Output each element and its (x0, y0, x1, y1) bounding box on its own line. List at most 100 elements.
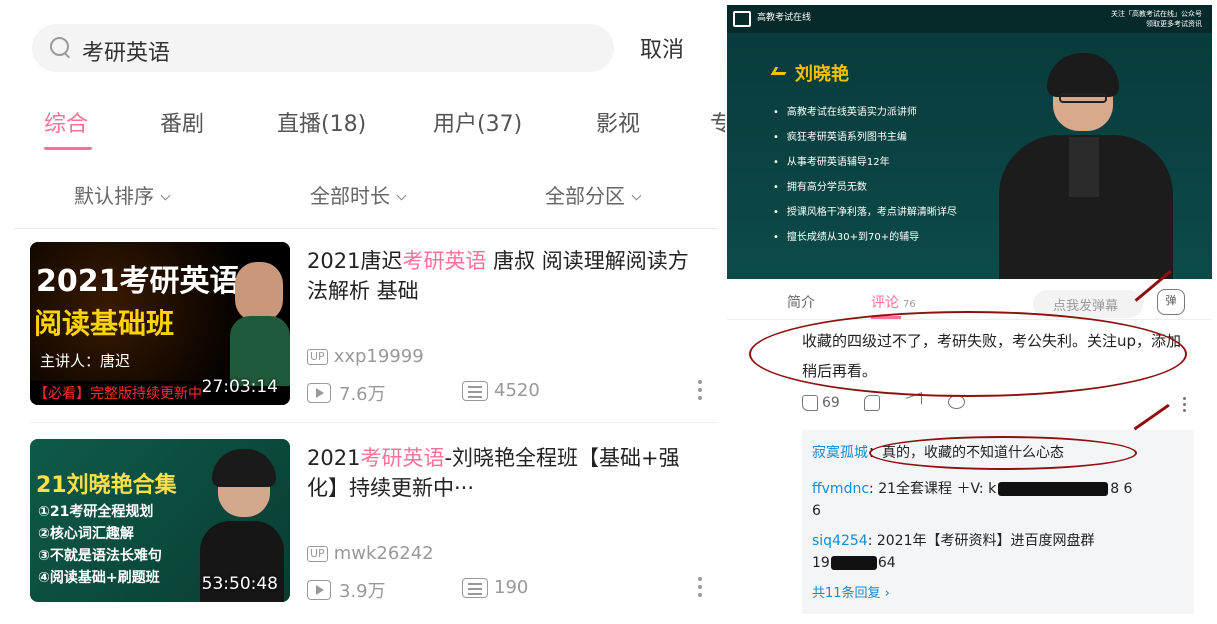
reply-item[interactable]: 寂寞孤城：真的，收藏的不知道什么心态 (812, 442, 1184, 464)
video-card[interactable]: 21刘晓艳合集 ①21考研全程规划 ②核心词汇趣解 ③不就是语法长难句 ④阅读基… (30, 439, 720, 604)
duration-filter-label: 全部时长 (310, 184, 390, 208)
more-options-icon[interactable] (697, 577, 703, 601)
danmaku-input[interactable]: 点我发弹幕 (1033, 290, 1143, 318)
video-thumbnail[interactable]: 2021考研英语 阅读基础班 主讲人：唐迟 【必看】完整版持续更新中 27:03… (30, 242, 290, 405)
bio-item: 拥有高分学员无数 (773, 175, 957, 200)
comment-text: 收藏的四级过不了，考研失败，考公失利。关注up，添加稍后再看。 (802, 332, 1182, 380)
reply-username[interactable]: 寂寞孤城 (812, 445, 868, 461)
reply-text: 19 (812, 555, 830, 571)
chevron-down-icon (396, 190, 407, 201)
share-icon (906, 392, 922, 410)
dislike-button[interactable] (864, 395, 880, 411)
thumb-title: 21刘晓艳合集 (36, 473, 177, 498)
comment-more-icon[interactable] (1183, 397, 1187, 415)
tab-live[interactable]: 直播(18) (277, 106, 366, 138)
bio-item: 疯狂考研英语系列图书主编 (773, 125, 957, 150)
lecturer-figure (991, 53, 1181, 279)
tab-intro[interactable]: 简介 (787, 292, 815, 312)
tab-users[interactable]: 用户(37) (433, 106, 522, 138)
search-results-panel: 考研英语 取消 综合 番剧 直播(18) 用户(37) 影视 专 默认排序 全部… (0, 0, 725, 624)
comment-count: 76 (903, 299, 916, 310)
uploader-name: mwk26242 (333, 543, 434, 564)
tab-anime[interactable]: 番剧 (160, 106, 204, 138)
lecturer-bio-list: 高教考试在线英语实力派讲师 疯狂考研英语系列图书主编 从事考研英语辅导12年 拥… (773, 100, 957, 250)
video-card[interactable]: 2021考研英语 阅读基础班 主讲人：唐迟 【必看】完整版持续更新中 27:03… (30, 242, 720, 407)
title-part: 2021唐迟 (307, 249, 403, 273)
reply-text: : 21全套课程 ＋V: k (869, 481, 997, 497)
reply-text: 8 6 (1110, 481, 1133, 497)
active-tab-indicator (871, 316, 901, 319)
filter-bar: 默认排序 全部时长 全部分区 (0, 176, 725, 216)
thumb-list-item: ④阅读基础+刷题班 (38, 570, 160, 586)
share-button[interactable] (906, 392, 922, 410)
like-button[interactable]: 69 (802, 395, 840, 411)
search-icon (50, 37, 72, 59)
search-input[interactable]: 考研英语 (82, 35, 170, 67)
bio-item: 高教考试在线英语实力派讲师 (773, 100, 957, 125)
sort-filter[interactable]: 默认排序 (74, 180, 171, 209)
thumbs-up-icon (802, 395, 818, 411)
view-count-value: 3.9万 (339, 581, 386, 602)
tab-film[interactable]: 影视 (596, 106, 640, 138)
video-thumbnail[interactable]: 21刘晓艳合集 ①21考研全程规划 ②核心词汇趣解 ③不就是语法长难句 ④阅读基… (30, 439, 290, 602)
reply-list: 寂寞孤城：真的，收藏的不知道什么心态 ffvmdnc: 21全套课程 ＋V: k… (802, 430, 1194, 614)
reply-text: 6 (812, 503, 821, 519)
thumb-list-item: ①21考研全程规划 (38, 504, 154, 520)
video-title[interactable]: 2021考研英语-刘晓艳全程班【基础+强化】持续更新中··· (307, 443, 707, 503)
danmaku-toggle-icon[interactable]: 弹 (1157, 289, 1185, 315)
reply-item[interactable]: ffvmdnc: 21全套课程 ＋V: k 8 6 6 (812, 478, 1184, 522)
chevron-down-icon (631, 190, 642, 201)
reply-username[interactable]: siq4254 (812, 533, 868, 549)
promo-text: 关注「高教考试在线」公众号 领取更多考试资讯 (1111, 9, 1202, 29)
view-count: 7.6万 (307, 380, 386, 406)
reply-item[interactable]: siq4254: 2021年【考研资料】进百度网盘群 19 64 (812, 530, 1184, 574)
danmaku-icon (462, 577, 488, 598)
view-more-replies-link[interactable]: 共11条回复 › (812, 582, 890, 601)
thumb-list-item: ③不就是语法长难句 (38, 548, 162, 564)
reply-username[interactable]: ffvmdnc (812, 481, 869, 497)
view-count: 3.9万 (307, 577, 386, 603)
tab-overflow[interactable]: 专 (710, 106, 725, 138)
danmaku-icon (462, 380, 488, 401)
chevron-down-icon (160, 190, 171, 201)
bio-item: 授课风格干净利落，考点讲解清晰详尽 (773, 200, 957, 225)
like-count: 69 (822, 395, 840, 411)
thumb-person-body (230, 316, 290, 386)
thumb-subtitle: 阅读基础班 (34, 307, 175, 340)
category-filter[interactable]: 全部分区 (545, 180, 642, 209)
search-bar[interactable]: 考研英语 (32, 24, 614, 72)
sort-filter-label: 默认排序 (74, 184, 154, 208)
cancel-button[interactable]: 取消 (640, 32, 684, 64)
video-duration: 27:03:14 (201, 377, 278, 397)
play-count-icon (307, 383, 331, 403)
danmaku-count-value: 4520 (494, 380, 540, 401)
video-duration: 53:50:48 (201, 574, 278, 594)
thumb-person (235, 262, 283, 322)
danmaku-count: 4520 (462, 380, 540, 401)
lecturer-name: 刘晓艳 (795, 64, 849, 85)
uploader-name: xxp19999 (333, 346, 424, 367)
promo-line: 关注「高教考试在线」公众号 (1111, 10, 1202, 18)
thumbs-down-icon (864, 395, 880, 411)
video-title[interactable]: 2021唐迟考研英语 唐叔 阅读理解阅读方法解析 基础 (307, 246, 707, 306)
more-options-icon[interactable] (697, 380, 703, 404)
comment-actions: 69 (802, 392, 1202, 417)
reply-text: ：真的，收藏的不知道什么心态 (868, 445, 1064, 461)
title-highlight: 考研英语 (360, 446, 445, 470)
uploader-row[interactable]: UP mwk26242 (307, 543, 434, 564)
player-header: 高教考试在线 关注「高教考试在线」公众号 领取更多考试资讯 (727, 5, 1212, 33)
active-tab-indicator (44, 147, 92, 150)
thumb-title: 2021考研英语 (36, 264, 240, 299)
up-icon: UP (307, 348, 328, 365)
tab-all[interactable]: 综合 (44, 106, 88, 138)
bio-item: 擅长成绩从30+到70+的辅导 (773, 225, 957, 250)
divider (30, 422, 718, 423)
video-player[interactable]: 高教考试在线 关注「高教考试在线」公众号 领取更多考试资讯 刘晓艳 高教考试在线… (727, 5, 1212, 279)
title-part: 2021 (307, 446, 361, 470)
tab-comments[interactable]: 评论 76 (871, 292, 916, 312)
uploader-row[interactable]: UP xxp19999 (307, 346, 424, 367)
comment-icon (948, 395, 965, 409)
duration-filter[interactable]: 全部时长 (310, 180, 407, 209)
reply-button[interactable] (948, 395, 965, 409)
thumb-speaker: 主讲人：唐迟 (40, 352, 131, 370)
